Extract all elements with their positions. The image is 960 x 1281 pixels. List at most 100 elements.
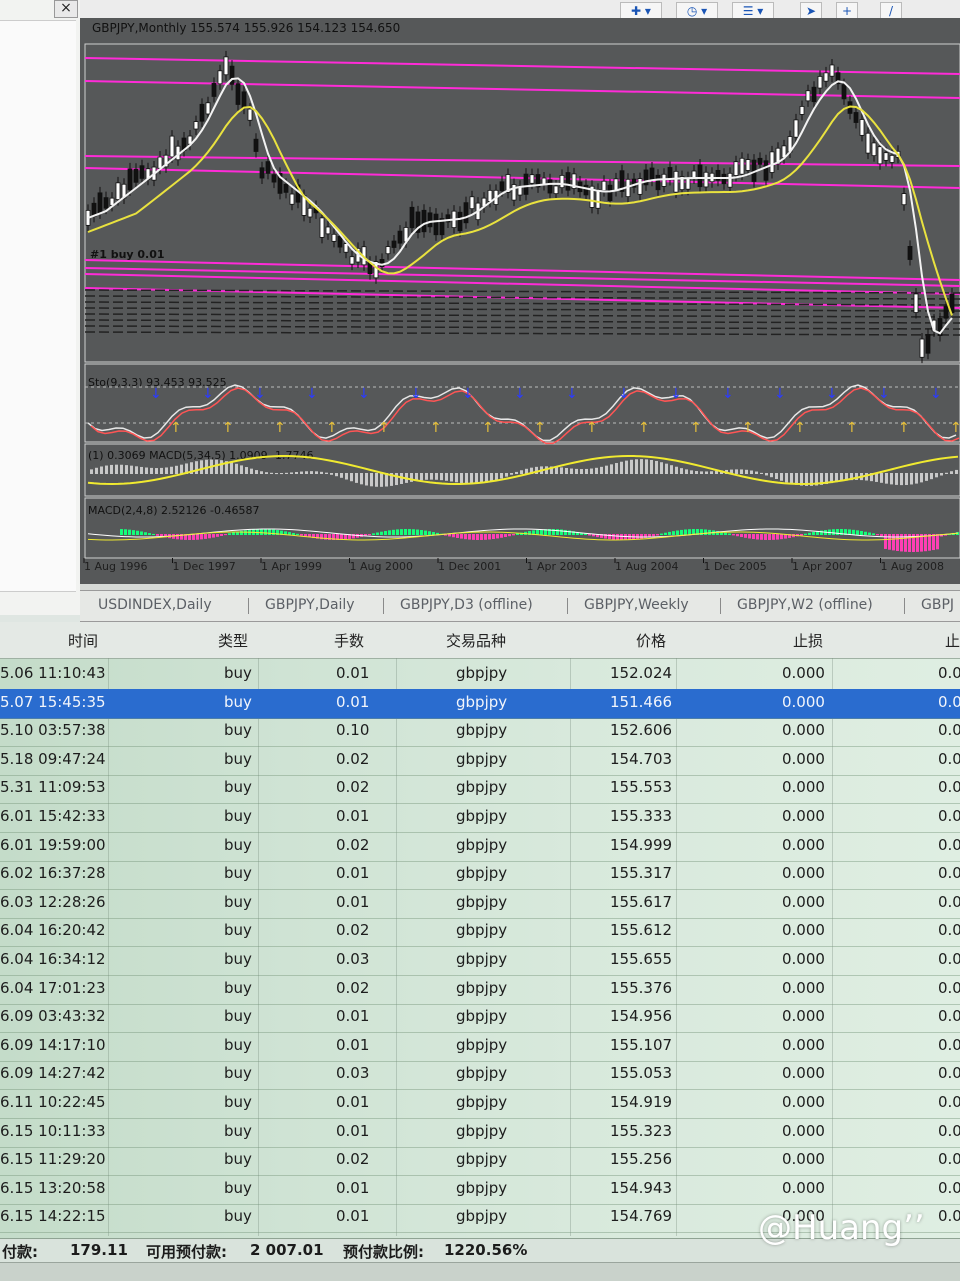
- table-row[interactable]: 6.09 14:17:10 buy 0.01 gbpjpy 155.107 0.000 0.…: [0, 1032, 960, 1062]
- tab-gbpjpy-weekly[interactable]: GBPJPY,Weekly: [584, 597, 689, 613]
- close-icon[interactable]: ×: [54, 0, 78, 18]
- candle-body: [385, 246, 391, 255]
- table-row[interactable]: 6.15 11:29:20 buy 0.02 gbpjpy 155.256 0.000 0.…: [0, 1146, 960, 1177]
- x-tick-label: 1 Aug 2000: [350, 560, 413, 573]
- tab-gbpjpy-w2[interactable]: GBPJPY,W2 (offline): [737, 597, 873, 613]
- macd-histogram-bar: [395, 473, 398, 486]
- tab-usdindex-daily[interactable]: USDINDEX,Daily: [98, 597, 212, 613]
- table-row[interactable]: 6.11 10:22:45 buy 0.01 gbpjpy 154.919 0.000 0.…: [0, 1089, 960, 1119]
- candle-body: [811, 86, 817, 103]
- table-row[interactable]: 6.09 14:27:42 buy 0.03 gbpjpy 155.053 0.000 0.…: [0, 1060, 960, 1091]
- free-margin-value: 2 007.01: [250, 1241, 324, 1259]
- table-row[interactable]: 6.15 10:11:33 buy 0.01 gbpjpy 155.323 0.000 0.…: [0, 1118, 960, 1148]
- table-row[interactable]: 5.31 11:09:53 buy 0.02 gbpjpy 155.553 0.000 0.…: [0, 774, 960, 805]
- macd2-histogram-bar: [764, 534, 767, 540]
- table-row[interactable]: 6.03 12:28:26 buy 0.01 gbpjpy 155.617 0.000 0.…: [0, 889, 960, 919]
- macd2-histogram-bar: [672, 531, 675, 535]
- macd2-histogram-bar: [752, 534, 755, 540]
- macd2-histogram-bar: [412, 529, 415, 535]
- macd2-histogram-bar: [640, 534, 643, 539]
- col-take-profit[interactable]: 止: [945, 630, 960, 651]
- navigator-panel: ×: [0, 0, 82, 615]
- macd2-histogram-bar: [396, 529, 399, 535]
- macd-histogram-bar: [430, 473, 433, 480]
- cell-take-profit: 0.0: [938, 1207, 960, 1226]
- cell-price: 155.323: [610, 1121, 673, 1140]
- table-row[interactable]: 6.02 16:37:28 buy 0.01 gbpjpy 155.317 0.000 0.…: [0, 860, 960, 891]
- table-header: 时间 类型 手数 交易品种 价格 止损 止: [0, 622, 960, 659]
- buy-arrow-icon: ↑: [482, 420, 494, 436]
- candle-body: [487, 189, 493, 202]
- price-chart[interactable]: GBPJPY,Monthly 155.574 155.926 154.123 1…: [80, 18, 960, 584]
- macd2-histogram-bar: [560, 529, 563, 535]
- macd-histogram-bar: [655, 460, 658, 474]
- table-row[interactable]: 6.01 15:42:33 buy 0.01 gbpjpy 155.333 0.000 0.…: [0, 803, 960, 833]
- x-tick-label: 1 Apr 1999: [261, 560, 322, 573]
- col-lots[interactable]: 手数: [334, 630, 364, 651]
- cell-take-profit: 0.0: [938, 835, 960, 854]
- cell-type: buy: [224, 1121, 252, 1140]
- watermark: @Huang’’: [758, 1208, 925, 1248]
- macd-histogram-bar: [255, 470, 258, 474]
- table-row[interactable]: 6.04 16:20:42 buy 0.02 gbpjpy 155.612 0.000 0.…: [0, 917, 960, 948]
- candle-body: [103, 197, 109, 209]
- tab-gbpjpy-daily[interactable]: GBPJPY,Daily: [265, 597, 355, 613]
- chart-window[interactable]: GBPJPY,Monthly 155.574 155.926 154.123 1…: [80, 18, 960, 584]
- col-time[interactable]: 时间: [68, 630, 98, 651]
- cell-take-profit: 0.0: [938, 778, 960, 797]
- cell-symbol: gbpjpy: [456, 1064, 508, 1083]
- cell-time: 6.15 13:20:58: [0, 1178, 106, 1197]
- candle-body: [637, 178, 643, 195]
- macd2-histogram-bar: [212, 534, 215, 538]
- buy-arrow-icon: ↑: [326, 420, 338, 436]
- table-row[interactable]: 6.01 19:59:00 buy 0.02 gbpjpy 154.999 0.000 0.…: [0, 832, 960, 862]
- cell-lots: 0.10: [336, 721, 370, 740]
- candle-body: [691, 170, 697, 179]
- table-row[interactable]: 6.04 16:34:12 buy 0.03 gbpjpy 155.655 0.000 0.…: [0, 946, 960, 976]
- macd-histogram-bar: [745, 469, 748, 474]
- cell-symbol: gbpjpy: [456, 664, 508, 682]
- cell-time: 6.09 03:43:32: [0, 1007, 106, 1026]
- candle-body: [259, 167, 265, 179]
- macd-histogram-bar: [320, 471, 323, 474]
- cell-price: 155.053: [610, 1064, 673, 1083]
- table-row[interactable]: 6.09 03:43:32 buy 0.01 gbpjpy 154.956 0.000 0.…: [0, 1003, 960, 1034]
- tab-gbpjpy-d3[interactable]: GBPJPY,D3 (offline): [400, 597, 533, 613]
- macd-histogram-bar: [140, 466, 143, 474]
- cell-symbol: gbpjpy: [456, 950, 508, 968]
- candle-body: [349, 256, 355, 265]
- cell-time: 5.06 11:10:43: [0, 664, 106, 682]
- cell-price: 155.655: [610, 950, 673, 968]
- macd-histogram-bar: [275, 473, 278, 475]
- table-row[interactable]: 5.07 15:45:35 buy 0.01 gbpjpy 151.466 0.000 0.…: [0, 688, 960, 719]
- table-row[interactable]: 5.10 03:57:38 buy 0.10 gbpjpy 152.606 0.000 0.…: [0, 717, 960, 748]
- macd2-histogram-bar: [300, 534, 303, 536]
- macd-histogram-bar: [900, 473, 903, 486]
- macd2-histogram-bar: [200, 534, 203, 540]
- macd2-histogram-bar: [232, 532, 235, 535]
- tab-gbpjpy-more[interactable]: GBPJ: [921, 597, 954, 613]
- table-row[interactable]: 6.04 17:01:23 buy 0.02 gbpjpy 155.376 0.000 0.…: [0, 975, 960, 1005]
- macd-histogram-bar: [450, 473, 453, 482]
- candle-body: [469, 196, 475, 210]
- cell-symbol: gbpjpy: [456, 835, 508, 854]
- col-symbol[interactable]: 交易品种: [446, 630, 506, 651]
- candle-body: [913, 293, 919, 313]
- candle-body: [763, 160, 769, 181]
- macd2-histogram-bar: [296, 533, 299, 535]
- macd-histogram-bar: [770, 473, 773, 478]
- candle-body: [673, 170, 679, 193]
- table-row[interactable]: 5.06 11:10:43 buy 0.01 gbpjpy 152.024 0.000 0.…: [0, 660, 960, 690]
- table-row[interactable]: 6.15 13:20:58 buy 0.01 gbpjpy 154.943 0.000 0.…: [0, 1175, 960, 1205]
- candle-body: [247, 108, 253, 121]
- macd-histogram-bar: [905, 473, 908, 485]
- macd2-histogram-bar: [176, 534, 179, 540]
- col-type[interactable]: 类型: [218, 630, 248, 651]
- table-row[interactable]: 5.18 09:47:24 buy 0.02 gbpjpy 154.703 0.000 0.…: [0, 746, 960, 776]
- macd2-histogram-bar: [488, 534, 491, 540]
- candle-body: [703, 171, 709, 188]
- col-price[interactable]: 价格: [636, 630, 666, 651]
- cell-time: 6.15 10:11:33: [0, 1121, 106, 1140]
- macd-histogram-bar: [950, 471, 953, 474]
- col-stop-loss[interactable]: 止损: [793, 630, 823, 651]
